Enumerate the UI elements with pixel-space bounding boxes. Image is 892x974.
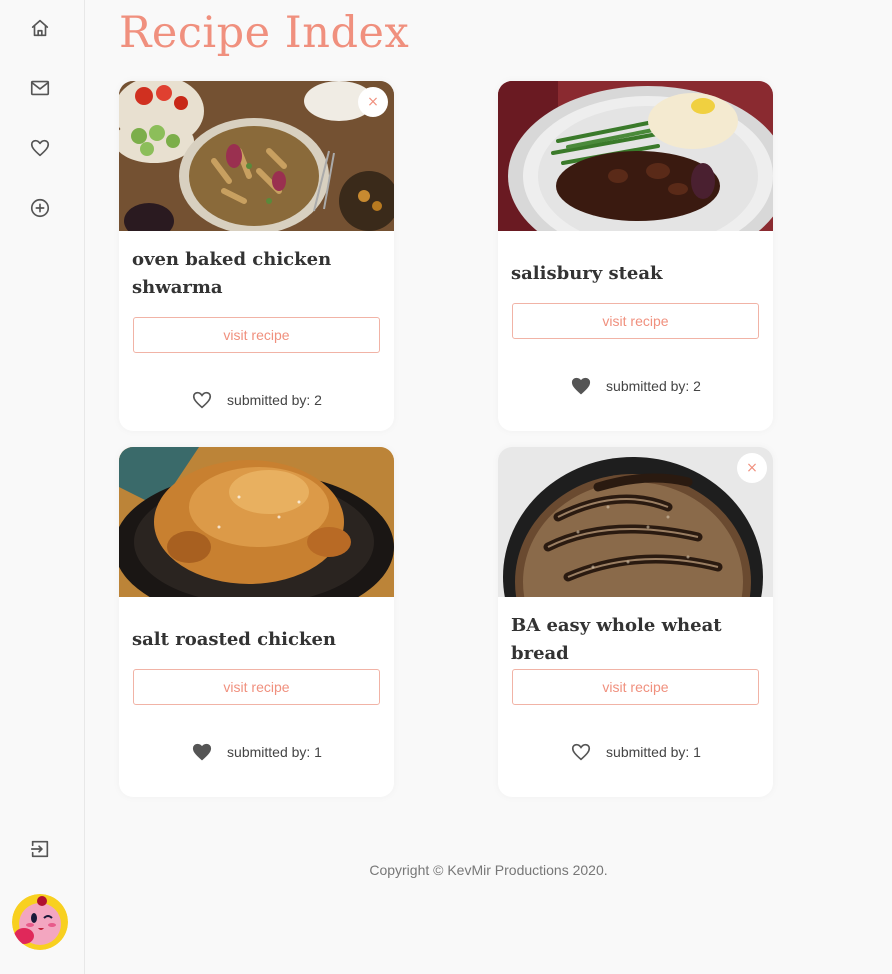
- submitted-row: submitted by: 2: [498, 374, 773, 398]
- submitted-row: submitted by: 2: [119, 388, 394, 412]
- recipe-image[interactable]: ×: [119, 81, 394, 231]
- recipe-card: × BA easy whole wheat bread visit recipe…: [498, 447, 773, 797]
- card-body: salisbury steak visit recipe submitted b…: [498, 231, 773, 431]
- visit-recipe-button[interactable]: visit recipe: [512, 669, 759, 705]
- home-icon[interactable]: [28, 16, 52, 40]
- recipe-image[interactable]: [119, 447, 394, 597]
- submitted-row: submitted by: 1: [498, 740, 773, 764]
- recipe-title: BA easy whole wheat bread: [511, 614, 722, 664]
- card-title-wrap: oven baked chicken shwarma: [132, 231, 381, 317]
- recipe-image[interactable]: [498, 81, 773, 231]
- recipe-title: salisbury steak: [511, 262, 663, 284]
- delete-button[interactable]: ×: [737, 453, 767, 483]
- avatar[interactable]: [12, 894, 68, 950]
- recipe-card: × oven baked chicken shwarma visit recip…: [119, 81, 394, 431]
- sidebar: [0, 0, 85, 974]
- recipe-title: salt roasted chicken: [132, 628, 336, 650]
- delete-button[interactable]: ×: [358, 87, 388, 117]
- add-circle-icon[interactable]: [28, 196, 52, 220]
- favorite-heart-icon[interactable]: [191, 741, 213, 763]
- page-title: Recipe Index: [119, 8, 410, 58]
- recipe-card: salisbury steak visit recipe submitted b…: [498, 81, 773, 431]
- mail-icon[interactable]: [28, 76, 52, 100]
- footer-copyright: Copyright © KevMir Productions 2020.: [369, 862, 608, 878]
- submitted-by-text: submitted by: 2: [227, 392, 322, 408]
- visit-recipe-button[interactable]: visit recipe: [133, 317, 380, 353]
- favorite-heart-icon[interactable]: [191, 389, 213, 411]
- recipe-image[interactable]: ×: [498, 447, 773, 597]
- card-body: BA easy whole wheat bread visit recipe s…: [498, 597, 773, 797]
- submitted-by-text: submitted by: 2: [606, 378, 701, 394]
- card-body: oven baked chicken shwarma visit recipe …: [119, 231, 394, 431]
- recipe-card: salt roasted chicken visit recipe submit…: [119, 447, 394, 797]
- submitted-row: submitted by: 1: [119, 740, 394, 764]
- heart-icon[interactable]: [28, 136, 52, 160]
- recipe-title: oven baked chicken shwarma: [132, 249, 332, 298]
- submitted-by-text: submitted by: 1: [606, 744, 701, 760]
- card-body: salt roasted chicken visit recipe submit…: [119, 597, 394, 797]
- favorite-heart-icon[interactable]: [570, 375, 592, 397]
- favorite-heart-icon[interactable]: [570, 741, 592, 763]
- submitted-by-text: submitted by: 1: [227, 744, 322, 760]
- visit-recipe-button[interactable]: visit recipe: [133, 669, 380, 705]
- logout-icon[interactable]: [28, 837, 52, 861]
- visit-recipe-button[interactable]: visit recipe: [512, 303, 759, 339]
